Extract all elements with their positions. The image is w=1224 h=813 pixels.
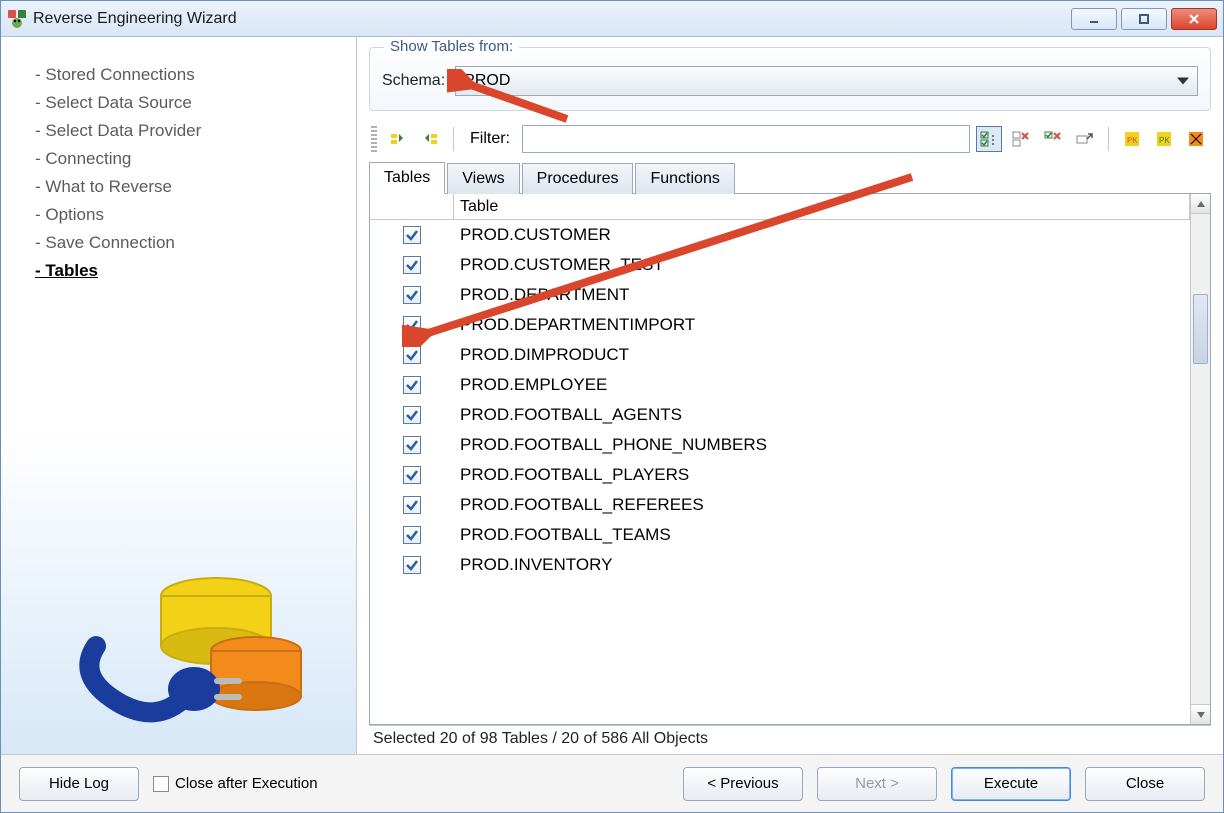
table-row[interactable]: PROD.FOOTBALL_REFEREES: [370, 490, 1190, 520]
row-table-name: PROD.EMPLOYEE: [454, 375, 1190, 395]
row-table-name: PROD.FOOTBALL_PLAYERS: [454, 465, 1190, 485]
checkbox-icon: [153, 776, 169, 792]
execute-button[interactable]: Execute: [951, 767, 1071, 801]
hide-log-button[interactable]: Hide Log: [19, 767, 139, 801]
row-table-name: PROD.DEPARTMENTIMPORT: [454, 315, 1190, 335]
uncheck-all-icon[interactable]: [1008, 126, 1034, 152]
tab-functions[interactable]: Functions: [635, 163, 734, 194]
scroll-up-icon[interactable]: [1191, 194, 1210, 214]
wizard-bottom-bar: Hide Log Close after Execution < Previou…: [1, 754, 1223, 812]
row-table-name: PROD.CUSTOMER: [454, 225, 1190, 245]
scroll-down-icon[interactable]: [1191, 704, 1210, 724]
table-row[interactable]: PROD.EMPLOYEE: [370, 370, 1190, 400]
schema-label: Schema:: [382, 72, 445, 90]
close-window-button[interactable]: [1171, 8, 1217, 30]
row-table-name: PROD.DEPARTMENT: [454, 285, 1190, 305]
groupbox-legend: Show Tables from:: [384, 38, 519, 55]
pk-action-3-icon[interactable]: [1183, 126, 1209, 152]
row-checkbox[interactable]: [403, 316, 421, 334]
wizard-step[interactable]: - Tables: [35, 257, 346, 285]
table-row[interactable]: PROD.FOOTBALL_PHONE_NUMBERS: [370, 430, 1190, 460]
row-table-name: PROD.FOOTBALL_PHONE_NUMBERS: [454, 435, 1190, 455]
wizard-step[interactable]: - Options: [35, 201, 346, 229]
table-row[interactable]: PROD.FOOTBALL_AGENTS: [370, 400, 1190, 430]
row-checkbox[interactable]: [403, 256, 421, 274]
check-filtered-icon[interactable]: [1040, 126, 1066, 152]
svg-text:PK: PK: [1127, 136, 1138, 145]
column-header-row: Table: [370, 194, 1190, 220]
row-checkbox[interactable]: [403, 496, 421, 514]
tab-views[interactable]: Views: [447, 163, 519, 194]
selection-status: Selected 20 of 98 Tables / 20 of 586 All…: [369, 725, 1211, 754]
schema-select[interactable]: PROD: [455, 66, 1198, 96]
table-row[interactable]: PROD.FOOTBALL_PLAYERS: [370, 460, 1190, 490]
table-row[interactable]: PROD.DEPARTMENTIMPORT: [370, 310, 1190, 340]
row-table-name: PROD.DIMPRODUCT: [454, 345, 1190, 365]
filter-toolbar: Filter: PK PK: [369, 119, 1211, 161]
schema-value: PROD: [464, 72, 510, 90]
table-row[interactable]: PROD.CUSTOMER_TEST: [370, 250, 1190, 280]
check-all-icon[interactable]: [976, 126, 1002, 152]
row-checkbox[interactable]: [403, 466, 421, 484]
table-row[interactable]: PROD.DIMPRODUCT: [370, 340, 1190, 370]
filter-input[interactable]: [522, 125, 970, 153]
select-all-schema-icon[interactable]: [385, 126, 411, 152]
vertical-scrollbar[interactable]: [1190, 194, 1210, 724]
row-checkbox[interactable]: [403, 376, 421, 394]
row-table-name: PROD.FOOTBALL_REFEREES: [454, 495, 1190, 515]
maximize-button[interactable]: [1121, 8, 1167, 30]
wizard-steps-sidebar: - Stored Connections- Select Data Source…: [1, 37, 356, 754]
row-checkbox[interactable]: [403, 346, 421, 364]
wizard-step[interactable]: - Select Data Source: [35, 89, 346, 117]
wizard-step[interactable]: - Connecting: [35, 145, 346, 173]
deselect-all-schema-icon[interactable]: [417, 126, 443, 152]
scroll-thumb[interactable]: [1193, 294, 1208, 364]
table-row[interactable]: PROD.CUSTOMER: [370, 220, 1190, 250]
minimize-button[interactable]: [1071, 8, 1117, 30]
table-row[interactable]: PROD.DEPARTMENT: [370, 280, 1190, 310]
close-after-execution-checkbox[interactable]: Close after Execution: [153, 775, 318, 792]
row-checkbox[interactable]: [403, 226, 421, 244]
row-checkbox[interactable]: [403, 436, 421, 454]
filter-label: Filter:: [470, 130, 510, 148]
object-type-tabs: TablesViewsProceduresFunctions: [369, 161, 1211, 194]
tab-tables[interactable]: Tables: [369, 162, 445, 194]
toolbar-grip: [371, 126, 377, 152]
row-checkbox[interactable]: [403, 526, 421, 544]
close-button[interactable]: Close: [1085, 767, 1205, 801]
tables-list-panel: Table PROD.CUSTOMERPROD.CUSTOMER_TESTPRO…: [369, 194, 1211, 725]
pk-action-1-icon[interactable]: PK: [1119, 126, 1145, 152]
row-table-name: PROD.CUSTOMER_TEST: [454, 255, 1190, 275]
table-row[interactable]: PROD.FOOTBALL_TEAMS: [370, 520, 1190, 550]
titlebar: Reverse Engineering Wizard: [1, 1, 1223, 37]
row-table-name: PROD.FOOTBALL_TEAMS: [454, 525, 1190, 545]
row-checkbox[interactable]: [403, 286, 421, 304]
wizard-window: Reverse Engineering Wizard - Stored Conn…: [0, 0, 1224, 813]
wizard-step[interactable]: - What to Reverse: [35, 173, 346, 201]
svg-text:PK: PK: [1159, 136, 1170, 145]
tab-procedures[interactable]: Procedures: [522, 163, 634, 194]
wizard-decoration-image: [66, 556, 316, 736]
schema-groupbox: Show Tables from: Schema: PROD: [369, 47, 1211, 111]
wizard-step[interactable]: - Stored Connections: [35, 61, 346, 89]
table-row[interactable]: PROD.INVENTORY: [370, 550, 1190, 580]
row-checkbox[interactable]: [403, 406, 421, 424]
row-table-name: PROD.FOOTBALL_AGENTS: [454, 405, 1190, 425]
row-table-name: PROD.INVENTORY: [454, 555, 1190, 575]
main-panel: Show Tables from: Schema: PROD: [356, 37, 1223, 754]
pk-action-2-icon[interactable]: PK: [1151, 126, 1177, 152]
previous-button[interactable]: < Previous: [683, 767, 803, 801]
uncheck-filtered-icon[interactable]: [1072, 126, 1098, 152]
app-icon: [7, 9, 27, 29]
wizard-step[interactable]: - Save Connection: [35, 229, 346, 257]
row-checkbox[interactable]: [403, 556, 421, 574]
window-title: Reverse Engineering Wizard: [33, 10, 237, 28]
wizard-step[interactable]: - Select Data Provider: [35, 117, 346, 145]
column-header-table[interactable]: Table: [454, 194, 1190, 219]
table-rows: PROD.CUSTOMER PROD.CUSTOMER_TEST PROD.DEPA…: [370, 220, 1190, 724]
next-button[interactable]: Next >: [817, 767, 937, 801]
